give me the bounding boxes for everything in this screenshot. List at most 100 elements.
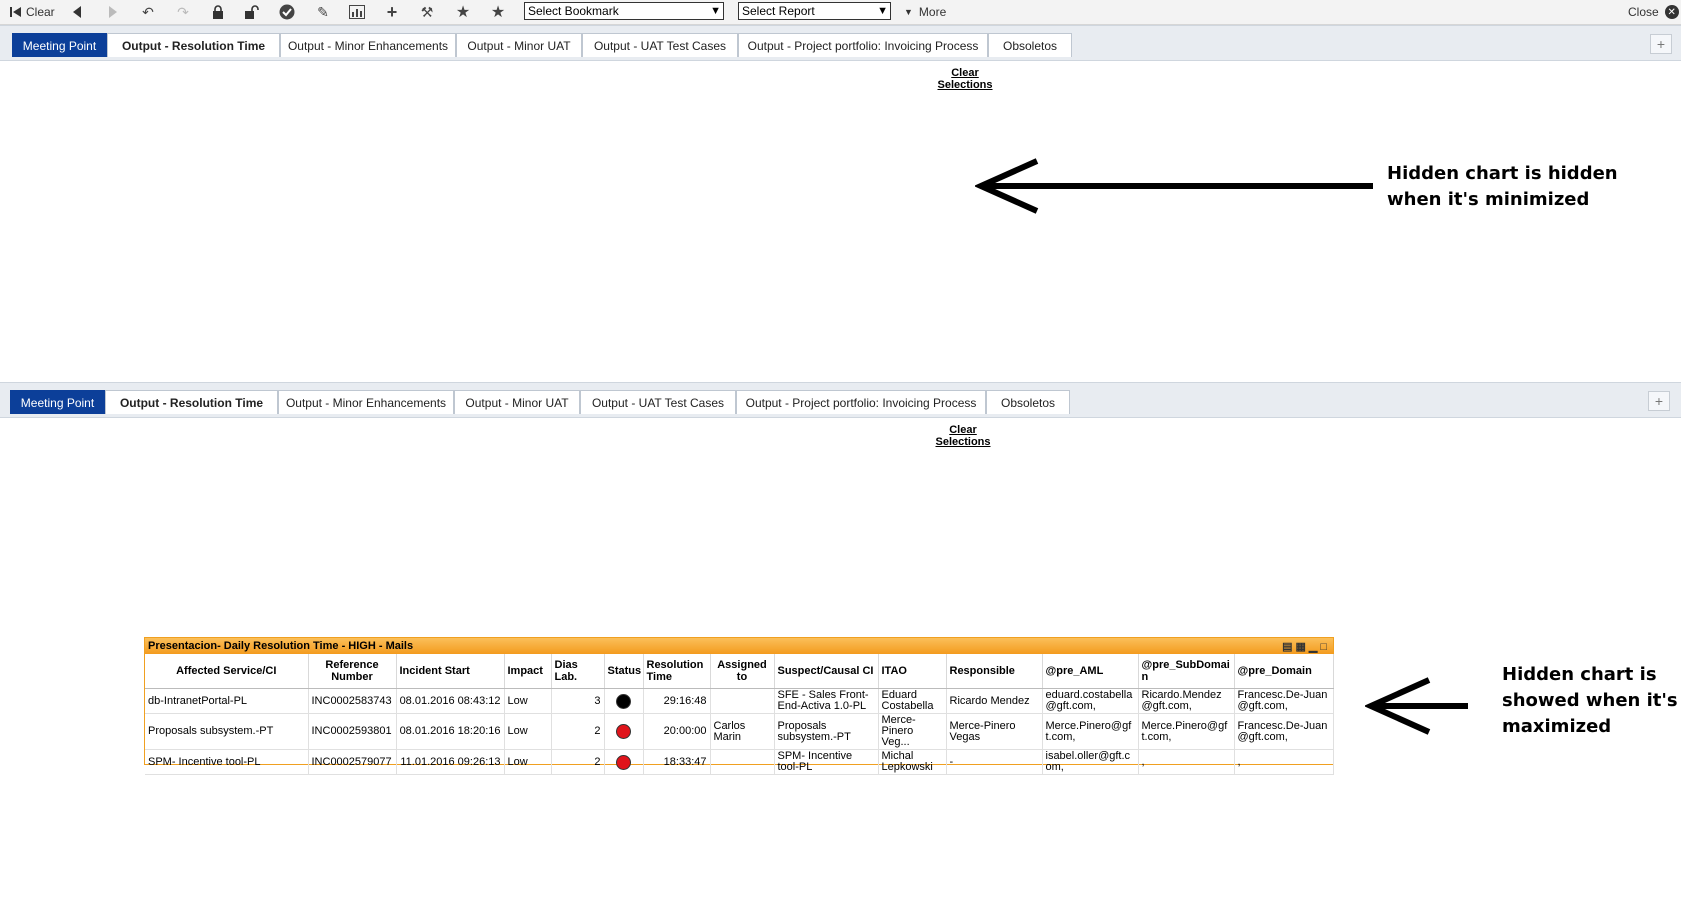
bookmark-button[interactable]: ★ bbox=[489, 3, 507, 21]
cell-responsible[interactable]: Ricardo Mendez bbox=[946, 688, 1043, 714]
cell-responsible[interactable]: - bbox=[946, 749, 1043, 775]
cell-impact[interactable]: Low bbox=[504, 749, 552, 775]
cell-domain[interactable]: , bbox=[1234, 749, 1334, 775]
cell-suspect[interactable]: Proposals subsystem.-PT bbox=[774, 713, 879, 750]
cell-aml[interactable]: isabel.oller@gft.com, bbox=[1042, 749, 1139, 775]
cell-dias[interactable]: 2 bbox=[551, 749, 605, 775]
col-incident-start[interactable]: Incident Start bbox=[396, 654, 505, 689]
close-button[interactable]: Close ✕ bbox=[1628, 3, 1679, 21]
col-impact[interactable]: Impact bbox=[504, 654, 552, 689]
cell-assigned[interactable]: Carlos Marin bbox=[710, 713, 775, 750]
undo-button[interactable]: ↶ bbox=[139, 3, 157, 21]
repository-button[interactable]: ⚒ bbox=[418, 3, 436, 21]
print-icon[interactable]: ▤ bbox=[1282, 639, 1292, 655]
back-button[interactable] bbox=[68, 3, 86, 21]
export-excel-icon[interactable]: ▦ bbox=[1295, 639, 1305, 655]
cell-resolution[interactable]: 29:16:48 bbox=[643, 688, 711, 714]
report-select[interactable]: Select Report ▼ bbox=[738, 2, 891, 20]
tab-output-uat-test-cases[interactable]: Output - UAT Test Cases bbox=[580, 390, 736, 414]
chart-caption[interactable]: Presentacion- Daily Resolution Time - HI… bbox=[145, 638, 1333, 654]
col-dias-lab[interactable]: Dias Lab. bbox=[551, 654, 605, 689]
col-suspect-causal-ci[interactable]: Suspect/Causal CI bbox=[774, 654, 879, 689]
cell-assigned[interactable] bbox=[710, 688, 775, 714]
tab-meeting-point[interactable]: Meeting Point bbox=[10, 390, 105, 414]
add-bookmark-button[interactable]: ★ bbox=[454, 3, 472, 21]
tab-output-minor-uat[interactable]: Output - Minor UAT bbox=[456, 33, 582, 57]
cell-responsible[interactable]: Merce-Pinero Vegas bbox=[946, 713, 1043, 750]
cell-start[interactable]: 11.01.2016 09:26:13 bbox=[396, 749, 505, 775]
col-responsible[interactable]: Responsible bbox=[946, 654, 1043, 689]
cell-start[interactable]: 08.01.2016 18:20:16 bbox=[396, 713, 505, 750]
cell-subdomain[interactable]: Ricardo.Mendez@gft.com, bbox=[1138, 688, 1235, 714]
maximize-icon[interactable]: □ bbox=[1320, 639, 1327, 655]
tab-obsoletos[interactable]: Obsoletos bbox=[986, 390, 1070, 414]
cell-ref[interactable]: INC0002583743 bbox=[308, 688, 397, 714]
cell-status[interactable] bbox=[604, 688, 644, 714]
table-row[interactable]: SPM- Incentive tool-PL INC0002579077 11.… bbox=[145, 749, 1334, 775]
cell-domain[interactable]: Francesc.De-Juan@gft.com, bbox=[1234, 713, 1334, 750]
apply-button[interactable] bbox=[278, 3, 296, 21]
tab-output-minor-uat[interactable]: Output - Minor UAT bbox=[454, 390, 580, 414]
cell-assigned[interactable] bbox=[710, 749, 775, 775]
tab-output-resolution-time[interactable]: Output - Resolution Time bbox=[105, 390, 278, 414]
add-tab-button[interactable]: + bbox=[1650, 34, 1672, 54]
cell-itao[interactable]: Eduard Costabella bbox=[878, 688, 947, 714]
col-status[interactable]: Status bbox=[604, 654, 644, 689]
cell-aml[interactable]: eduard.costabella@gft.com, bbox=[1042, 688, 1139, 714]
tab-output-resolution-time[interactable]: Output - Resolution Time bbox=[107, 33, 280, 57]
cell-domain[interactable]: Francesc.De-Juan@gft.com, bbox=[1234, 688, 1334, 714]
cell-resolution[interactable]: 18:33:47 bbox=[643, 749, 711, 775]
table-row[interactable]: db-IntranetPortal-PL INC0002583743 08.01… bbox=[145, 688, 1334, 714]
cell-status[interactable] bbox=[604, 749, 644, 775]
cell-aml[interactable]: Merce.Pinero@gft.com, bbox=[1042, 713, 1139, 750]
cell-impact[interactable]: Low bbox=[504, 713, 552, 750]
col-pre-subdomain[interactable]: @pre_SubDomain bbox=[1138, 654, 1235, 689]
clear-button[interactable]: Clear bbox=[9, 3, 55, 21]
add-button[interactable]: + bbox=[383, 2, 401, 22]
tab-output-uat-test-cases[interactable]: Output - UAT Test Cases bbox=[582, 33, 738, 57]
col-assigned-to[interactable]: Assigned to bbox=[710, 654, 775, 689]
cell-resolution[interactable]: 20:00:00 bbox=[643, 713, 711, 750]
cell-ref[interactable]: INC0002579077 bbox=[308, 749, 397, 775]
add-tab-button[interactable]: + bbox=[1648, 391, 1670, 411]
col-itao[interactable]: ITAO bbox=[878, 654, 947, 689]
redo-button[interactable]: ↷ bbox=[174, 3, 192, 21]
cell-impact[interactable]: Low bbox=[504, 688, 552, 714]
col-resolution-time[interactable]: Resolution Time bbox=[643, 654, 711, 689]
cell-itao[interactable]: Merce-Pinero Veg... bbox=[878, 713, 947, 750]
tab-output-minor-enhancements[interactable]: Output - Minor Enhancements bbox=[278, 390, 454, 414]
clear-selections-link[interactable]: Clear Selections bbox=[925, 67, 1005, 91]
cell-service[interactable]: SPM- Incentive tool-PL bbox=[145, 749, 309, 775]
lock-button[interactable] bbox=[209, 3, 227, 21]
cell-start[interactable]: 08.01.2016 08:43:12 bbox=[396, 688, 505, 714]
col-pre-domain[interactable]: @pre_Domain bbox=[1234, 654, 1334, 689]
tab-output-minor-enhancements[interactable]: Output - Minor Enhancements bbox=[280, 33, 456, 57]
cell-service[interactable]: Proposals subsystem.-PT bbox=[145, 713, 309, 750]
tab-obsoletos[interactable]: Obsoletos bbox=[988, 33, 1072, 57]
more-button[interactable]: ▼ More bbox=[904, 3, 946, 21]
cell-service[interactable]: db-IntranetPortal-PL bbox=[145, 688, 309, 714]
report-button[interactable] bbox=[348, 3, 366, 21]
bookmark-select[interactable]: Select Bookmark ▼ bbox=[524, 2, 724, 20]
col-reference-number[interactable]: Reference Number bbox=[308, 654, 397, 689]
tab-output-project-portfolio[interactable]: Output - Project portfolio: Invoicing Pr… bbox=[736, 390, 986, 414]
forward-button[interactable] bbox=[104, 3, 122, 21]
cell-suspect[interactable]: SFE - Sales Front-End-Activa 1.0-PL bbox=[774, 688, 879, 714]
edit-button[interactable]: ✎ bbox=[314, 3, 332, 21]
cell-ref[interactable]: INC0002593801 bbox=[308, 713, 397, 750]
col-pre-aml[interactable]: @pre_AML bbox=[1042, 654, 1139, 689]
cell-status[interactable] bbox=[604, 713, 644, 750]
cell-dias[interactable]: 2 bbox=[551, 713, 605, 750]
unlock-button[interactable] bbox=[243, 3, 261, 21]
table-row[interactable]: Proposals subsystem.-PT INC0002593801 08… bbox=[145, 713, 1334, 750]
resolution-time-chart[interactable]: Presentacion- Daily Resolution Time - HI… bbox=[144, 637, 1334, 775]
minimize-icon[interactable]: ▁ bbox=[1309, 639, 1317, 655]
cell-subdomain[interactable]: , bbox=[1138, 749, 1235, 775]
tab-output-project-portfolio[interactable]: Output - Project portfolio: Invoicing Pr… bbox=[738, 33, 988, 57]
col-affected-service[interactable]: Affected Service/CI bbox=[145, 654, 309, 689]
cell-suspect[interactable]: SPM- Incentive tool-PL bbox=[774, 749, 879, 775]
cell-itao[interactable]: Michal Lepkowski bbox=[878, 749, 947, 775]
tab-meeting-point[interactable]: Meeting Point bbox=[12, 33, 107, 57]
cell-subdomain[interactable]: Merce.Pinero@gft.com, bbox=[1138, 713, 1235, 750]
clear-selections-link[interactable]: Clear Selections bbox=[923, 424, 1003, 448]
